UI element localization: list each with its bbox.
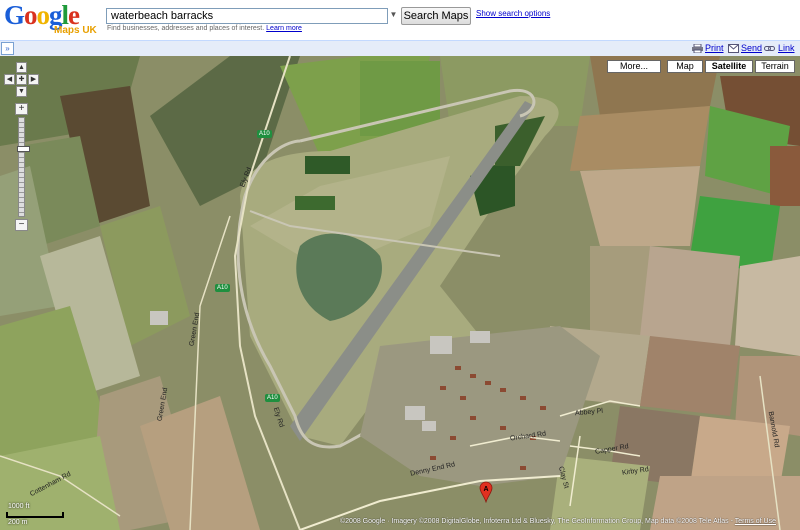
send-link[interactable]: Send (741, 43, 762, 53)
scale-label-feet: 1000 ft (8, 503, 30, 510)
zoom-control: + − (15, 103, 30, 233)
collapse-panel-button[interactable]: » (1, 42, 14, 55)
copyright-text: ©2008 Google · Imagery ©2008 DigitalGlob… (340, 518, 733, 525)
email-icon[interactable] (728, 44, 739, 53)
map-type-more-button[interactable]: More... (607, 60, 661, 73)
logo-subtitle: Maps UK (54, 25, 97, 36)
search-input[interactable] (106, 8, 388, 24)
hint-text: Find businesses, addresses and places of… (107, 25, 265, 32)
map-copyright: ©2008 Google · Imagery ©2008 DigitalGlob… (340, 518, 776, 525)
terms-of-use-link[interactable]: Terms of Use (735, 518, 776, 525)
road-shield-a10: A10 (215, 284, 230, 292)
show-search-options-link[interactable]: Show search options (476, 9, 550, 18)
zoom-slider[interactable] (17, 117, 30, 217)
marker-letter: A (483, 486, 488, 493)
satellite-map[interactable]: A10 A10 A10 Ely Rd Ely Rd Green End Gree… (0, 56, 800, 530)
printer-icon[interactable] (692, 44, 703, 53)
search-maps-button[interactable]: Search Maps (401, 7, 471, 25)
satellite-imagery (0, 56, 800, 530)
google-maps-window: Google Maps UK ▼ Search Maps Show search… (0, 0, 800, 530)
pan-left-arrow-icon[interactable]: ◀ (4, 74, 15, 85)
pan-right-arrow-icon[interactable]: ▶ (28, 74, 39, 85)
print-link[interactable]: Print (705, 43, 724, 53)
pan-center-icon[interactable]: ✚ (16, 74, 27, 85)
google-maps-logo[interactable]: Google Maps UK (4, 2, 100, 37)
learn-more-link[interactable]: Learn more (266, 25, 302, 32)
scale-bar-graphic (6, 512, 64, 518)
pan-down-arrow-icon[interactable]: ▼ (16, 86, 27, 97)
zoom-out-button[interactable]: − (15, 219, 28, 231)
map-type-satellite-button[interactable]: Satellite (705, 60, 753, 73)
search-hint: Find businesses, addresses and places of… (107, 25, 302, 32)
pan-up-arrow-icon[interactable]: ▲ (16, 62, 27, 73)
location-marker-a-icon[interactable]: A (479, 481, 493, 503)
map-toolbar: » Print Send Link (0, 40, 800, 56)
map-type-map-button[interactable]: Map (667, 60, 703, 73)
road-shield-a10: A10 (257, 130, 272, 138)
scale-bar: 1000 ft 200 m (6, 503, 66, 527)
chain-link-icon[interactable] (764, 44, 775, 53)
link-link[interactable]: Link (778, 43, 795, 53)
scale-label-meters: 200 m (8, 519, 28, 526)
header: Google Maps UK ▼ Search Maps Show search… (0, 0, 800, 40)
pan-control: ▲ ◀ ✚ ▶ ▼ (2, 62, 42, 102)
zoom-in-button[interactable]: + (15, 103, 28, 115)
road-shield-a10: A10 (265, 394, 280, 402)
zoom-slider-thumb[interactable] (17, 146, 30, 152)
search-history-dropdown-icon[interactable]: ▼ (389, 10, 398, 20)
map-type-terrain-button[interactable]: Terrain (755, 60, 795, 73)
